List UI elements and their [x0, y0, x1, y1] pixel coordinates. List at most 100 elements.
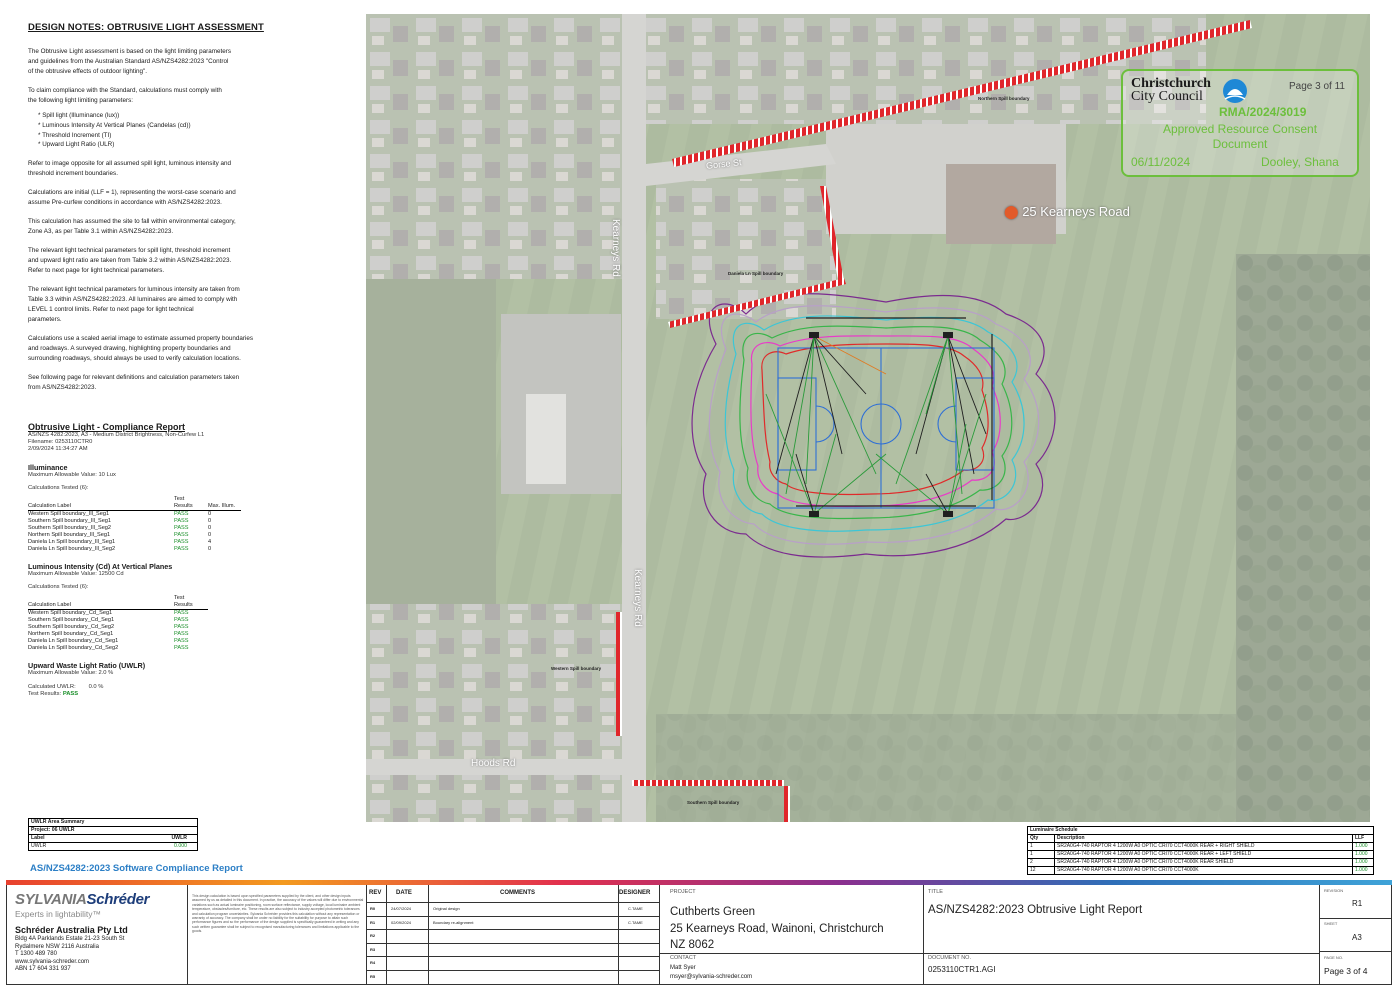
luminaire-qty: 1 [1028, 843, 1055, 850]
calc-label: Daniela Ln Spill boundary_Cd_Seg1 [28, 638, 119, 645]
calc-max: 0 [208, 511, 212, 518]
illuminance-row: Northern Spill boundary_Ill_Seg1 PASS 0 [28, 532, 241, 539]
col-label-header: Calculation Label [28, 595, 174, 611]
note-paragraph: See following page for relevant definiti… [28, 373, 240, 391]
note-paragraph: The Obtrusive Light assessment is based … [28, 48, 231, 75]
col-label-header: Calculation Label [28, 496, 174, 511]
council-logo-icon [1223, 79, 1247, 103]
revision-row: R1 02/09/2024 Boundary re-alignment C.TAME [366, 916, 659, 931]
revision-header-row: REV DATE COMMENTS DESIGNER [366, 885, 659, 903]
luminaire-qty: 2 [1028, 859, 1055, 866]
project-name: Cuthberts Green [670, 906, 756, 918]
revision-row: R5 [366, 970, 659, 984]
pole-nw [809, 332, 819, 338]
illuminance-table: Calculation Label Test Results Max. Illu… [28, 496, 242, 553]
compliance-report: Obtrusive Light - Compliance Report AS/N… [28, 422, 268, 698]
uwlr-summary-project-text: Project: 06 UWLR [31, 827, 75, 833]
luminaire-llf: 1.000 [1355, 867, 1368, 873]
document-number: 0253110CTR1.AGI [928, 965, 996, 974]
calc-result: PASS [174, 610, 189, 617]
title-header: TITLE [928, 889, 943, 895]
revision-comment: Original design [433, 906, 460, 911]
calc-label: Southern Spill boundary_Cd_Seg1 [28, 617, 115, 624]
calc-label: Northern Spill boundary_Cd_Seg1 [28, 631, 114, 638]
uwlr-summary-row: UWLR 0.000 [29, 843, 197, 850]
calc-label: Daniela Ln Spill boundary_Cd_Seg2 [28, 645, 119, 652]
luminous-intensity-row: Daniela Ln Spill boundary_Cd_Seg1 PASS [28, 638, 208, 645]
note-paragraph: Calculations are initial (LLF = 1), repr… [28, 189, 236, 207]
illuminance-row: Daniela Ln Spill boundary_Ill_Seg1 PASS 4 [28, 539, 241, 546]
design-notes-heading: DESIGN NOTES: OBTRUSIVE LIGHT ASSESSMENT [28, 22, 264, 33]
uwlr-summary-title-text: UWLR Area Summary [31, 819, 85, 825]
stamp-page: Page 3 of 11 [1289, 81, 1345, 92]
project-details: Cuthberts Green 25 Kearneys Road, Wainon… [670, 904, 884, 954]
stamp-approved-line1: Approved Resource Consent [1162, 122, 1318, 136]
luminaire-qty: 12 [1028, 867, 1055, 874]
logo-schreder: Schréder [86, 891, 150, 908]
uwlr-row-label: UWLR [31, 843, 47, 849]
calc-label: Southern Spill boundary_Ill_Seg2 [28, 525, 112, 532]
revision-designer: C.TAME [628, 906, 643, 911]
project-postcode: NZ 8062 [670, 939, 715, 951]
daniela-boundary-label: Daniela Ln Spill boundary [728, 271, 784, 276]
date-header: DATE [396, 890, 412, 896]
revision-id: R5 [370, 974, 376, 979]
uwlr-calculated-label: Calculated UWLR: [28, 683, 76, 690]
road-label-kearneys-north: Kearneys Rd [610, 219, 621, 277]
company-address-1: Bldg 4A Parklands Estate 21-23 South St [15, 936, 125, 942]
document-title: AS/NZS4282:2023 Obtrusive Light Report [928, 904, 1143, 916]
calc-label: Western Spill boundary_Ill_Seg1 [28, 511, 110, 518]
aerial-site-map: ⬤ 25 Kearneys Road Kearneys Rd Kearneys … [366, 14, 1370, 822]
note-paragraph: The relevant light technical parameters … [28, 286, 240, 323]
illuminance-row: Southern Spill boundary_Ill_Seg1 PASS 0 [28, 518, 241, 525]
revision-date: 24/07/2024 [391, 906, 412, 911]
revision-row: R2 [366, 929, 659, 944]
luminaire-col-description: Description [1055, 835, 1353, 842]
luminous-intensity-row: Southern Spill boundary_Cd_Seg1 PASS [28, 617, 208, 624]
council-name: Christchurch City Council [1131, 77, 1211, 104]
calc-result: PASS [174, 532, 189, 539]
luminous-intensity-table: Calculation Label Test Results Western S… [28, 595, 208, 652]
road-label-hoods: Hoods Rd [471, 758, 516, 769]
project-header: PROJECT [670, 889, 696, 895]
council-name-line2: City Council [1131, 89, 1203, 104]
revision-table: REV DATE COMMENTS DESIGNER R0 24/07/2024 O… [366, 885, 659, 984]
note-paragraph: The relevant light technical parameters … [28, 247, 232, 275]
uwlr-col-label: Label [31, 835, 45, 841]
luminaire-header-row: Qty Description LLF [1028, 835, 1373, 843]
uwlr-result: Test Results: PASS [28, 691, 268, 698]
southern-spill-boundary-seg1 [632, 780, 784, 786]
stamp-officer: Dooley, Shana [1261, 155, 1339, 169]
illuminance-heading: Illuminance [28, 462, 68, 472]
uwlr-result-value: PASS [62, 690, 79, 697]
designer-header: DESIGNER [619, 890, 651, 896]
report-filename: Filename: 0253110CTR0 [28, 439, 93, 446]
logo-tagline: Experts in lightability™ [15, 909, 101, 919]
calc-result: PASS [174, 631, 189, 638]
calc-label: Daniela Ln Spill boundary_Ill_Seg1 [28, 539, 116, 546]
revision-row: R3 [366, 943, 659, 958]
western-boundary-label: Western Spill boundary [551, 666, 602, 671]
company-website: www.sylvania-schreder.com [15, 958, 90, 965]
parameter-item: * Upward Light Ratio (ULR) [38, 141, 115, 149]
luminaire-schedule: Luminaire Schedule Qty Description LLF 1… [1027, 826, 1374, 875]
company-phone: T 1300 489 780 [15, 951, 57, 958]
luminaire-col-qty: Qty [1028, 835, 1055, 842]
document-number-header: DOCUMENT NO. [928, 955, 971, 961]
parameter-item: * Threshold Increment (TI) [38, 131, 112, 139]
calc-result: PASS [174, 617, 189, 624]
col-test-header: Test Results [174, 496, 208, 511]
revision-row: R0 24/07/2024 Original design C.TAME [366, 902, 659, 917]
revision-row: R4 [366, 956, 659, 971]
col-test-header: Test Results [174, 595, 208, 611]
luminaire-description: SR2A0G4-740 RAPTOR 4 1200W A0 OPTIC CRI7… [1055, 843, 1353, 850]
address-label: ⬤ 25 Kearneys Road [1004, 204, 1130, 220]
northern-boundary-label: Northern Spill boundary [978, 96, 1030, 101]
stamp-approved-line2: Document [1212, 137, 1268, 151]
uwlr-heading: Upward Waste Light Ratio (UWLR) [28, 661, 146, 671]
calc-label: Western Spill boundary_Cd_Seg1 [28, 610, 113, 617]
logo-sylvania: SYLVANIA [15, 891, 87, 908]
contact-header: CONTACT [670, 955, 697, 961]
sheet-value: A3 [1352, 933, 1362, 942]
luminaire-schedule-title: Luminaire Schedule [1030, 827, 1078, 833]
